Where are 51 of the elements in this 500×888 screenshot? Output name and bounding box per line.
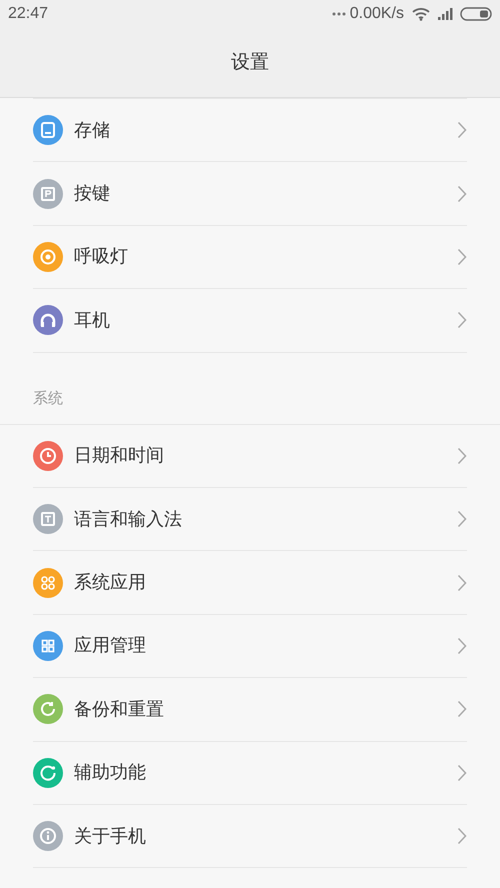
text-icon xyxy=(33,504,63,534)
chevron-icon xyxy=(457,827,467,846)
ring-icon xyxy=(33,242,63,272)
chevron-icon xyxy=(457,446,467,465)
item-label: 应用管理 xyxy=(74,634,146,658)
settings-item[interactable]: 备份和重置 xyxy=(33,678,467,742)
grid-icon xyxy=(33,630,63,661)
item-label: 日期和时间 xyxy=(74,444,164,468)
chevron-icon xyxy=(457,248,467,266)
settings-item[interactable]: 辅助功能 xyxy=(33,742,467,805)
chevron-icon xyxy=(457,636,467,655)
item-label: 系统应用 xyxy=(74,571,146,596)
status-time: 22:47 xyxy=(8,4,48,24)
chevron-icon xyxy=(457,764,467,782)
refresh-icon xyxy=(33,694,63,724)
item-label: 存储 xyxy=(74,118,110,143)
settings-item[interactable]: 日期和时间 xyxy=(33,424,467,488)
settings-item[interactable]: 关于手机 xyxy=(33,804,467,868)
battery-icon xyxy=(460,7,492,21)
item-label: 耳机 xyxy=(74,308,110,333)
chevron-icon xyxy=(457,700,467,718)
chevron-icon xyxy=(457,574,467,592)
sd-card-icon xyxy=(33,115,63,146)
circles-icon xyxy=(33,568,63,598)
item-label: 关于手机 xyxy=(74,824,146,849)
settings-item[interactable]: 系统应用 xyxy=(33,551,467,615)
settings-item[interactable]: 语言和输入法 xyxy=(33,488,467,552)
page-title: 设置 xyxy=(231,50,269,76)
clock-icon xyxy=(33,440,63,471)
item-label: 按键 xyxy=(74,182,110,206)
chevron-icon xyxy=(457,184,467,203)
headphones-icon xyxy=(33,305,63,336)
item-label: 备份和重置 xyxy=(74,698,164,722)
settings-item[interactable]: 呼吸灯 xyxy=(33,226,467,290)
item-label: 辅助功能 xyxy=(74,761,146,786)
item-label: 呼吸灯 xyxy=(74,245,128,270)
chevron-icon xyxy=(457,311,467,330)
section-header: 系统 xyxy=(33,388,63,410)
settings-item[interactable]: 应用管理 xyxy=(33,614,467,678)
chevron-icon xyxy=(457,510,467,528)
network-speed: 0.00K/s xyxy=(350,4,404,24)
settings-item[interactable]: 存储 xyxy=(33,99,467,162)
settings-item[interactable]: 耳机 xyxy=(33,289,467,353)
chevron-icon xyxy=(457,121,467,140)
ring-dot-icon xyxy=(33,758,63,788)
item-label: 语言和输入法 xyxy=(74,508,182,532)
dots-icon xyxy=(332,12,346,16)
wifi-icon xyxy=(412,7,430,21)
key-icon xyxy=(33,178,63,209)
info-icon xyxy=(33,821,63,852)
settings-item[interactable]: 按键 xyxy=(33,162,467,226)
